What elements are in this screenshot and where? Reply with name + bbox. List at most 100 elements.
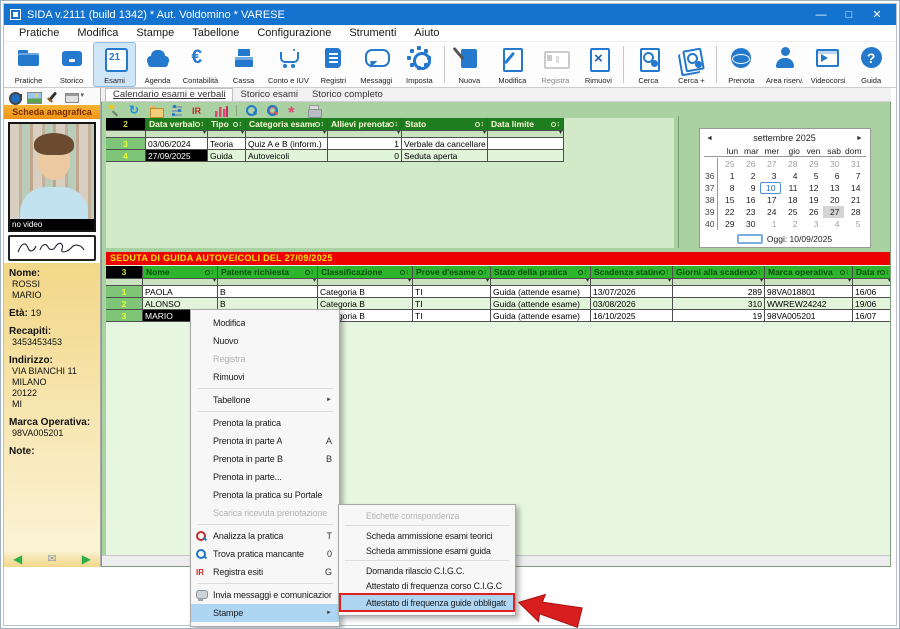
cell-data-limite[interactable]	[488, 150, 564, 162]
context-menu-item-prenota-in-parte-b[interactable]: Prenota in parte BB	[191, 450, 339, 468]
menu-aiuto[interactable]: Aiuto	[405, 27, 448, 39]
menu-modifica[interactable]: Modifica	[68, 27, 127, 39]
filter-cell-tipo[interactable]: ▾	[208, 131, 246, 138]
cell-stato-della-pratica[interactable]: Guida (attende esame)	[491, 286, 591, 298]
calendar-day[interactable]: 30	[739, 218, 760, 230]
toolbar-button-prenota[interactable]: Prenota	[720, 42, 763, 87]
context-menu-item-prenota-in-parte[interactable]: Prenota in parte...	[191, 468, 339, 486]
cell-prove-d-esame[interactable]: TI	[413, 310, 491, 322]
filter-cell-prove-d-esame[interactable]: ▾	[413, 279, 491, 286]
zoom-icon[interactable]	[245, 105, 258, 117]
context-menu-item-prenota-in-parte-a[interactable]: Prenota in parte AA	[191, 432, 339, 450]
calendar-day[interactable]: 28	[781, 158, 802, 170]
menu-strumenti[interactable]: Strumenti	[340, 27, 405, 39]
calendar-day[interactable]: 2	[739, 170, 760, 182]
calendar-day[interactable]: 9	[739, 182, 760, 194]
calendar-day[interactable]: 24	[760, 206, 781, 218]
calendar-day[interactable]: 22	[718, 206, 739, 218]
cell-prove-d-esame[interactable]: TI	[413, 286, 491, 298]
toolbar-button-contabilit[interactable]: Contabilità	[179, 42, 222, 87]
toolbar-button-agenda[interactable]: Agenda	[136, 42, 179, 87]
cell-allievi-prenotati[interactable]: 0	[328, 150, 402, 162]
column-header-stato-della-pratica[interactable]: Stato della pratica↕	[491, 266, 591, 279]
filter-cell-giorni-alla-scadenza[interactable]: ▾	[673, 279, 765, 286]
chart-icon[interactable]	[215, 105, 228, 117]
context-menu-item-stampe[interactable]: Stampe►	[191, 604, 339, 622]
context-menu-item-invia-messaggi-e-comunicazioni[interactable]: Invia messaggi e comunicazioni	[191, 586, 339, 604]
column-header-scadenza-statino[interactable]: Scadenza statino↕	[591, 266, 673, 279]
email-icon[interactable]: ✉	[47, 552, 56, 565]
filter-cell-categoria-esame[interactable]: ▾	[246, 131, 328, 138]
webcam-icon[interactable]	[8, 91, 22, 103]
calendar-day[interactable]: 27	[760, 158, 781, 170]
toolbar-button-registra[interactable]: Registra	[534, 42, 577, 87]
context-menu-item-modifica[interactable]: Modifica	[191, 314, 339, 332]
column-header-categoria-esame[interactable]: Categoria esame↕	[246, 118, 328, 131]
cell-marca-operativa[interactable]: 98VA005201	[765, 310, 853, 322]
calendar-day[interactable]: 3	[802, 218, 823, 230]
toolbar-button-imposta[interactable]: Imposta	[398, 42, 441, 87]
image-icon[interactable]	[27, 91, 41, 103]
tab-storico-completo[interactable]: Storico completo	[305, 89, 390, 101]
cell-scadenza-statino[interactable]: 03/08/2026	[591, 298, 673, 310]
cell-classificazione[interactable]: Categoria B	[318, 286, 413, 298]
cell-stato-della-pratica[interactable]: Guida (attende esame)	[491, 310, 591, 322]
calendar-day[interactable]: 11	[781, 182, 802, 194]
calendar-prev-icon[interactable]: ◄	[704, 135, 716, 142]
calendar-day[interactable]: 17	[760, 194, 781, 206]
print-submenu-item-scheda-ammissione-esami-guida[interactable]: Scheda ammissione esami guida	[339, 543, 515, 558]
print-submenu-item-attestato-di-frequenza-guide-obbligatorie[interactable]: Attestato di frequenza guide obbligatori…	[339, 593, 515, 612]
table-row[interactable]: 1PAOLABCategoria BTIGuida (attende esame…	[106, 286, 891, 298]
toolbar-button-storico[interactable]: Storico	[50, 42, 93, 87]
column-header-marca-operativa[interactable]: Marca operativa↕	[765, 266, 853, 279]
cell-prove-d-esame[interactable]: TI	[413, 298, 491, 310]
calendar-day[interactable]: 4	[781, 170, 802, 182]
cell-scadenza-statino[interactable]: 13/07/2026	[591, 286, 673, 298]
zoom-plus-icon[interactable]	[266, 105, 279, 117]
calendar-day[interactable]: 15	[718, 194, 739, 206]
table-row[interactable]: 427/09/2025GuidaAutoveicoli0Seduta apert…	[106, 150, 564, 162]
column-header-prove-d-esame[interactable]: Prove d'esame↕	[413, 266, 491, 279]
filter-cell-data-r[interactable]: ▾	[853, 279, 891, 286]
calendar-day[interactable]: 20	[823, 194, 844, 206]
cell-scadenza-statino[interactable]: 16/10/2025	[591, 310, 673, 322]
calendar-day[interactable]: 25	[718, 158, 739, 170]
filter-cell-scadenza-statino[interactable]: ▾	[591, 279, 673, 286]
filter-cell-nome[interactable]: ▾	[143, 279, 218, 286]
column-header-classificazione[interactable]: Classificazione↕	[318, 266, 413, 279]
cell-data-r[interactable]: 16/06	[853, 286, 891, 298]
minimize-button[interactable]: —	[808, 6, 834, 23]
cell-stato-della-pratica[interactable]: Guida (attende esame)	[491, 298, 591, 310]
next-record-arrow-icon[interactable]: ▶	[82, 553, 91, 565]
calendar-day-selected[interactable]: 27	[823, 206, 844, 218]
tab-storico-esami[interactable]: Storico esami	[233, 89, 305, 101]
cell-data-verbale[interactable]: 27/09/2025	[146, 150, 208, 162]
context-menu-item-analizza-la-pratica[interactable]: Analizza la praticaT	[191, 527, 339, 545]
cell-patente-richiesta[interactable]: B	[218, 286, 318, 298]
cell-stato[interactable]: Seduta aperta	[402, 150, 488, 162]
print-submenu-item-domanda-rilascio-c-i-g-c[interactable]: Domanda rilascio C.I.G.C.	[339, 563, 515, 578]
menu-pratiche[interactable]: Pratiche	[10, 27, 68, 39]
context-menu-item-prenota-la-pratica-su-portale[interactable]: Prenota la pratica su Portale	[191, 486, 339, 504]
column-header-data-r[interactable]: Data r↕	[853, 266, 891, 279]
context-menu-item-rimuovi[interactable]: Rimuovi	[191, 368, 339, 386]
filter-cell-classificazione[interactable]: ▾	[318, 279, 413, 286]
calendar-day[interactable]: 2	[781, 218, 802, 230]
filter-cell-stato[interactable]: ▾	[402, 131, 488, 138]
toolbar-button-cerca[interactable]: Cerca	[627, 42, 670, 87]
menu-stampe[interactable]: Stampe	[127, 27, 183, 39]
filter-cell-data-limite[interactable]: ▾	[488, 131, 564, 138]
calendar-day[interactable]: 13	[823, 182, 844, 194]
calendar-day[interactable]: 29	[802, 158, 823, 170]
column-header-nome[interactable]: Nome↕	[143, 266, 218, 279]
calendar-day[interactable]: 21	[844, 194, 865, 206]
calendar-day-today[interactable]: 10	[760, 182, 781, 194]
calendar-day[interactable]: 7	[844, 170, 865, 182]
calendar-day[interactable]: 5	[844, 218, 865, 230]
calendar-day[interactable]: 1	[760, 218, 781, 230]
cell-data-limite[interactable]	[488, 138, 564, 150]
cell-marca-operativa[interactable]: 98VA018801	[765, 286, 853, 298]
cell-categoria-esame[interactable]: Quiz A e B (inform.)	[246, 138, 328, 150]
toolbar-button-cerca[interactable]: Cerca +	[670, 42, 713, 87]
filter-cell-marca-operativa[interactable]: ▾	[765, 279, 853, 286]
